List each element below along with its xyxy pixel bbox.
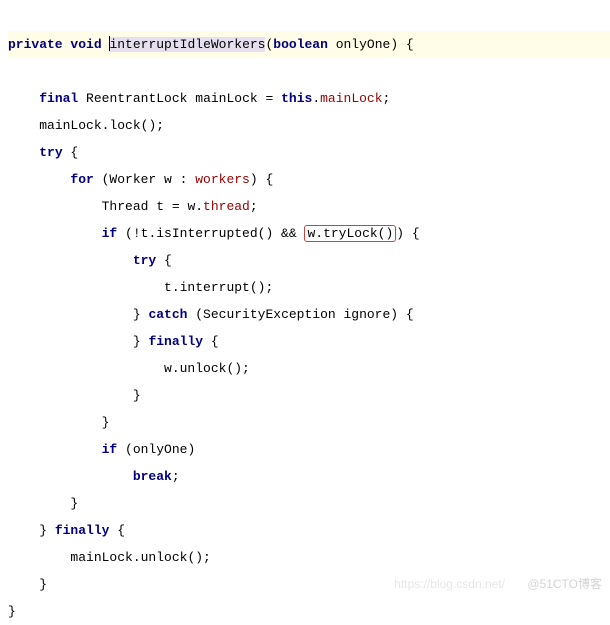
code-line-6: Thread t = w.thread; [8, 199, 258, 214]
code-line-4: try { [8, 145, 78, 160]
indent [8, 334, 133, 349]
code-line-14: } [8, 415, 109, 430]
method-name-highlight: interruptIdleWorkers [109, 37, 265, 52]
indent [8, 496, 70, 511]
text: Thread t = w. [102, 199, 203, 214]
args: (SecurityException ignore) { [187, 307, 413, 322]
indent [8, 118, 39, 133]
text: (Worker w : [94, 172, 195, 187]
code-line-18: } finally { [8, 523, 125, 538]
text: mainLock.unlock(); [70, 550, 210, 565]
close: } [133, 307, 149, 322]
keyword-final: final [39, 91, 78, 106]
keyword-if: if [102, 226, 118, 241]
brace: { [203, 334, 219, 349]
tail: ) { [250, 172, 273, 187]
eq: = [258, 91, 281, 106]
text: t.interrupt(); [164, 280, 273, 295]
semi: ; [383, 91, 391, 106]
indent [8, 172, 70, 187]
close: } [8, 604, 16, 619]
brace: { [63, 145, 79, 160]
keyword-finally: finally [148, 334, 203, 349]
member-thread: thread [203, 199, 250, 214]
indent [8, 469, 133, 484]
keyword-this: this [281, 91, 312, 106]
close: } [133, 388, 141, 403]
code-block: private void interruptIdleWorkers(boolea… [0, 0, 610, 625]
code-line-13: } [8, 388, 141, 403]
keyword-void: void [70, 37, 101, 52]
indent [8, 442, 102, 457]
close: } [39, 577, 47, 592]
code-line-8: try { [8, 253, 172, 268]
keyword-private: private [8, 37, 63, 52]
text: mainLock. [39, 118, 109, 133]
code-line-10: } catch (SecurityException ignore) { [8, 307, 414, 322]
semi: ; [250, 199, 258, 214]
indent [8, 145, 39, 160]
keyword-finally: finally [55, 523, 110, 538]
keyword-try: try [133, 253, 156, 268]
code-line-19: mainLock.unlock(); [8, 550, 211, 565]
dot: . [312, 91, 320, 106]
indent [8, 307, 133, 322]
text-cursor [109, 36, 110, 51]
code-line-21: } [8, 604, 16, 619]
keyword-if: if [102, 442, 118, 457]
keyword-catch: catch [148, 307, 187, 322]
indent [8, 388, 133, 403]
indent [8, 226, 102, 241]
close: } [102, 415, 110, 430]
indent [8, 253, 133, 268]
code-line-12: w.unlock(); [8, 361, 250, 376]
code-line-20: } [8, 577, 47, 592]
call: lock [109, 118, 140, 133]
text: (onlyOne) [117, 442, 195, 457]
param-text: onlyOne) [328, 37, 398, 52]
code-line-11: } finally { [8, 334, 219, 349]
member-mainlock: mainLock [320, 91, 382, 106]
code-line-5: for (Worker w : workers) { [8, 172, 273, 187]
close: } [70, 496, 78, 511]
code-line-2: final ReentrantLock mainLock = this.main… [8, 91, 390, 106]
close: } [133, 334, 149, 349]
code-line-17: } [8, 496, 78, 511]
keyword-try: try [39, 145, 62, 160]
code-line-16: break; [8, 469, 180, 484]
indent [8, 550, 70, 565]
var-text: mainLock [195, 91, 257, 106]
indent [8, 91, 39, 106]
cond-text: (!t.isInterrupted() && [117, 226, 304, 241]
member-workers: workers [195, 172, 250, 187]
keyword-boolean: boolean [273, 37, 328, 52]
indent [8, 577, 39, 592]
indent [8, 361, 164, 376]
code-line-7: if (!t.isInterrupted() && w.tryLock()) { [8, 225, 420, 242]
brace: { [398, 37, 414, 52]
indent [8, 415, 102, 430]
code-line-3: mainLock.lock(); [8, 118, 164, 133]
semi: ; [172, 469, 180, 484]
keyword-for: for [70, 172, 93, 187]
highlighted-trylock-box: w.tryLock() [304, 225, 396, 242]
close: } [39, 523, 55, 538]
tail: ) { [396, 226, 419, 241]
code-line-15: if (onlyOne) [8, 442, 195, 457]
indent [8, 523, 39, 538]
type-text: ReentrantLock [78, 91, 195, 106]
text: w.unlock(); [164, 361, 250, 376]
brace: { [156, 253, 172, 268]
indent [8, 280, 164, 295]
tail: (); [141, 118, 164, 133]
indent [8, 199, 102, 214]
keyword-break: break [133, 469, 172, 484]
code-line-1: private void interruptIdleWorkers(boolea… [8, 31, 610, 58]
brace: { [109, 523, 125, 538]
code-line-9: t.interrupt(); [8, 280, 273, 295]
